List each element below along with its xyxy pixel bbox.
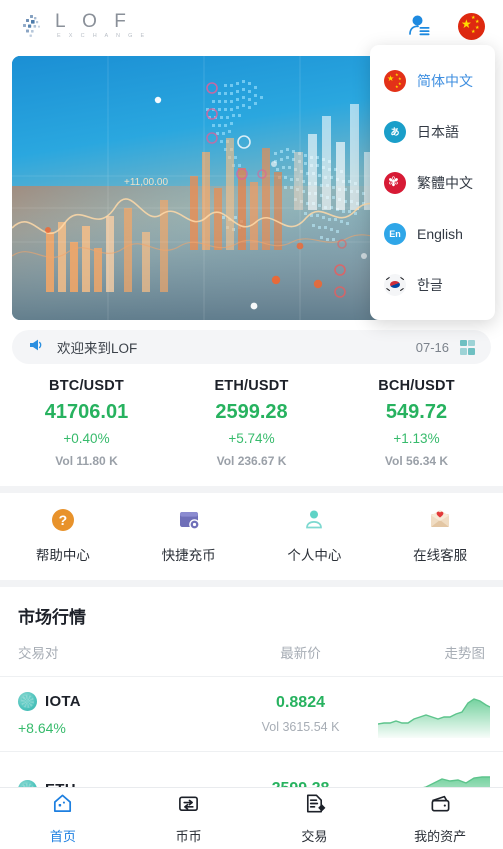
- china-flag-icon: ★ ★ ★ ★ ★: [384, 69, 406, 92]
- language-option-cn[interactable]: ★ ★ ★ ★ ★ 简体中文: [370, 55, 495, 106]
- korea-flag-icon: [384, 273, 406, 296]
- notice-date: 07-16: [415, 339, 449, 355]
- language-label: English: [417, 225, 463, 242]
- nav-item-home[interactable]: 首页: [0, 792, 126, 845]
- market-row-price-cell: 0.8824 Vol 3615.54 K: [223, 694, 377, 734]
- ticker-change: +1.13%: [393, 431, 440, 446]
- green-area-sparkline: [378, 765, 490, 787]
- logo-wordmark: L O F: [55, 11, 132, 33]
- english-en-icon: En: [384, 222, 406, 245]
- language-label: 日本語: [417, 123, 459, 140]
- ticker-change: +5.74%: [228, 431, 275, 446]
- ticker-price: 549.72: [385, 401, 448, 423]
- language-label: 简体中文: [417, 72, 473, 89]
- hongkong-flag-icon: ✾: [384, 171, 406, 194]
- banner-value-label: +11,00.00: [124, 177, 168, 188]
- language-dropdown-menu[interactable]: ★ ★ ★ ★ ★ 简体中文 あ 日本語 ✾ 繁體中文 En English 한…: [370, 45, 495, 320]
- quick-action-account[interactable]: 个人中心: [252, 507, 378, 564]
- iota-coin-icon: [18, 692, 37, 711]
- market-row-pair-cell: IOTA +8.64%: [18, 692, 223, 736]
- table-row[interactable]: IOTA +8.64% 0.8824 Vol 3615.54 K: [0, 677, 503, 752]
- header-actions: ★ ★ ★ ★ ★: [406, 12, 485, 40]
- notice-text: 欢迎来到LOF: [57, 341, 138, 356]
- china-flag-icon[interactable]: ★ ★ ★ ★ ★: [458, 12, 485, 40]
- section-divider-2: [0, 580, 503, 587]
- coin-change: +8.64%: [18, 720, 66, 736]
- ticker-pair: BCH/USDT: [378, 378, 455, 394]
- coin-price: 0.8824: [276, 694, 325, 711]
- column-header-price: 最新价: [280, 646, 321, 661]
- user-profile-icon[interactable]: [406, 13, 432, 39]
- ticker-pair: ETH/USDT: [214, 378, 289, 394]
- notice-bar[interactable]: 欢迎来到LOF 07-16: [12, 330, 491, 364]
- trade-document-icon: [303, 792, 326, 820]
- market-row-pair-cell: ETH: [18, 779, 223, 787]
- nav-label: 首页: [49, 829, 76, 844]
- person-account-icon: [301, 507, 327, 533]
- quick-action-label: 个人中心: [287, 548, 342, 563]
- language-option-jp[interactable]: あ 日本語: [370, 106, 495, 157]
- column-header-chart: 走势图: [444, 646, 486, 661]
- nav-label: 币币: [175, 829, 202, 844]
- quick-action-label: 快捷充币: [161, 548, 216, 563]
- ticker-price: 2599.28: [215, 401, 288, 423]
- section-divider: [0, 486, 503, 493]
- ticker-pair: BTC/USDT: [49, 378, 124, 394]
- help-question-icon: ?: [50, 507, 76, 533]
- brand-logo[interactable]: L O F E X C H A N G E: [22, 12, 147, 40]
- nav-item-assets[interactable]: 我的资产: [377, 792, 503, 845]
- ticker-card-eth[interactable]: ETH/USDT 2599.28 +5.74% Vol 236.67 K: [169, 378, 334, 468]
- ticker-row: BTC/USDT 41706.01 +0.40% Vol 11.80 K ETH…: [0, 364, 503, 486]
- coin-exchange-icon: [177, 792, 200, 820]
- language-label: 繁體中文: [417, 174, 473, 191]
- grid-menu-icon[interactable]: [460, 339, 475, 355]
- wallet-icon: [429, 792, 452, 820]
- column-header-pair: 交易对: [18, 646, 59, 661]
- language-option-kr[interactable]: 한글: [370, 259, 495, 310]
- quick-actions-row: ? 帮助中心 快捷充币 个人中心 在线客服: [0, 493, 503, 580]
- ticker-volume: Vol 56.34 K: [384, 454, 449, 468]
- table-row[interactable]: ETH 2599.28: [0, 752, 503, 787]
- eth-coin-icon: [18, 779, 37, 787]
- market-title: 市场行情: [18, 608, 86, 627]
- coin-volume: Vol 3615.54 K: [261, 720, 340, 734]
- quick-action-support[interactable]: 在线客服: [377, 507, 503, 564]
- notice-meta: 07-16: [415, 339, 475, 355]
- app-root: L O F E X C H A N G E ★ ★ ★ ★ ★ ★ ★ ★ ★ …: [0, 0, 503, 849]
- ticker-volume: Vol 236.67 K: [216, 454, 287, 468]
- deposit-card-icon: [176, 507, 202, 533]
- market-table-header: 交易对 最新价 走势图: [0, 642, 503, 677]
- coin-name: IOTA: [45, 693, 81, 710]
- customer-service-envelope-icon: [427, 507, 453, 533]
- quick-action-deposit[interactable]: 快捷充币: [126, 507, 252, 564]
- market-section: 市场行情 交易对 最新价 走势图 IOTA +8.64% 0.8824 Vol …: [0, 587, 503, 787]
- ticker-price: 41706.01: [44, 401, 129, 423]
- nav-item-trade[interactable]: 交易: [252, 792, 378, 845]
- nav-label: 交易: [301, 829, 328, 844]
- language-option-en[interactable]: En English: [370, 208, 495, 259]
- bottom-navigation: 首页 币币 交易 我的资产: [0, 787, 503, 849]
- green-area-sparkline: [377, 690, 490, 738]
- coin-price: 2599.28: [223, 780, 377, 787]
- logo-subtitle: E X C H A N G E: [57, 33, 148, 40]
- market-row-price-cell: 2599.28: [223, 780, 377, 787]
- ticker-card-btc[interactable]: BTC/USDT 41706.01 +0.40% Vol 11.80 K: [4, 378, 169, 468]
- japan-hiragana-icon: あ: [384, 120, 406, 143]
- language-label: 한글: [417, 276, 443, 293]
- ticker-card-bch[interactable]: BCH/USDT 549.72 +1.13% Vol 56.34 K: [334, 378, 499, 468]
- nav-label: 我的资产: [414, 829, 467, 844]
- quick-action-label: 帮助中心: [35, 548, 90, 563]
- ticker-volume: Vol 11.80 K: [55, 454, 118, 468]
- notice-section: 欢迎来到LOF 07-16: [0, 320, 503, 364]
- dotted-cluster-logo-icon: [22, 13, 48, 39]
- megaphone-icon: [28, 337, 44, 358]
- quick-action-label: 在线客服: [413, 548, 468, 563]
- nav-item-coin-exchange[interactable]: 币币: [126, 792, 252, 845]
- language-option-hk[interactable]: ✾ 繁體中文: [370, 157, 495, 208]
- ticker-change: +0.40%: [63, 431, 110, 446]
- quick-action-help-center[interactable]: ? 帮助中心: [0, 507, 126, 564]
- home-icon: [51, 792, 74, 820]
